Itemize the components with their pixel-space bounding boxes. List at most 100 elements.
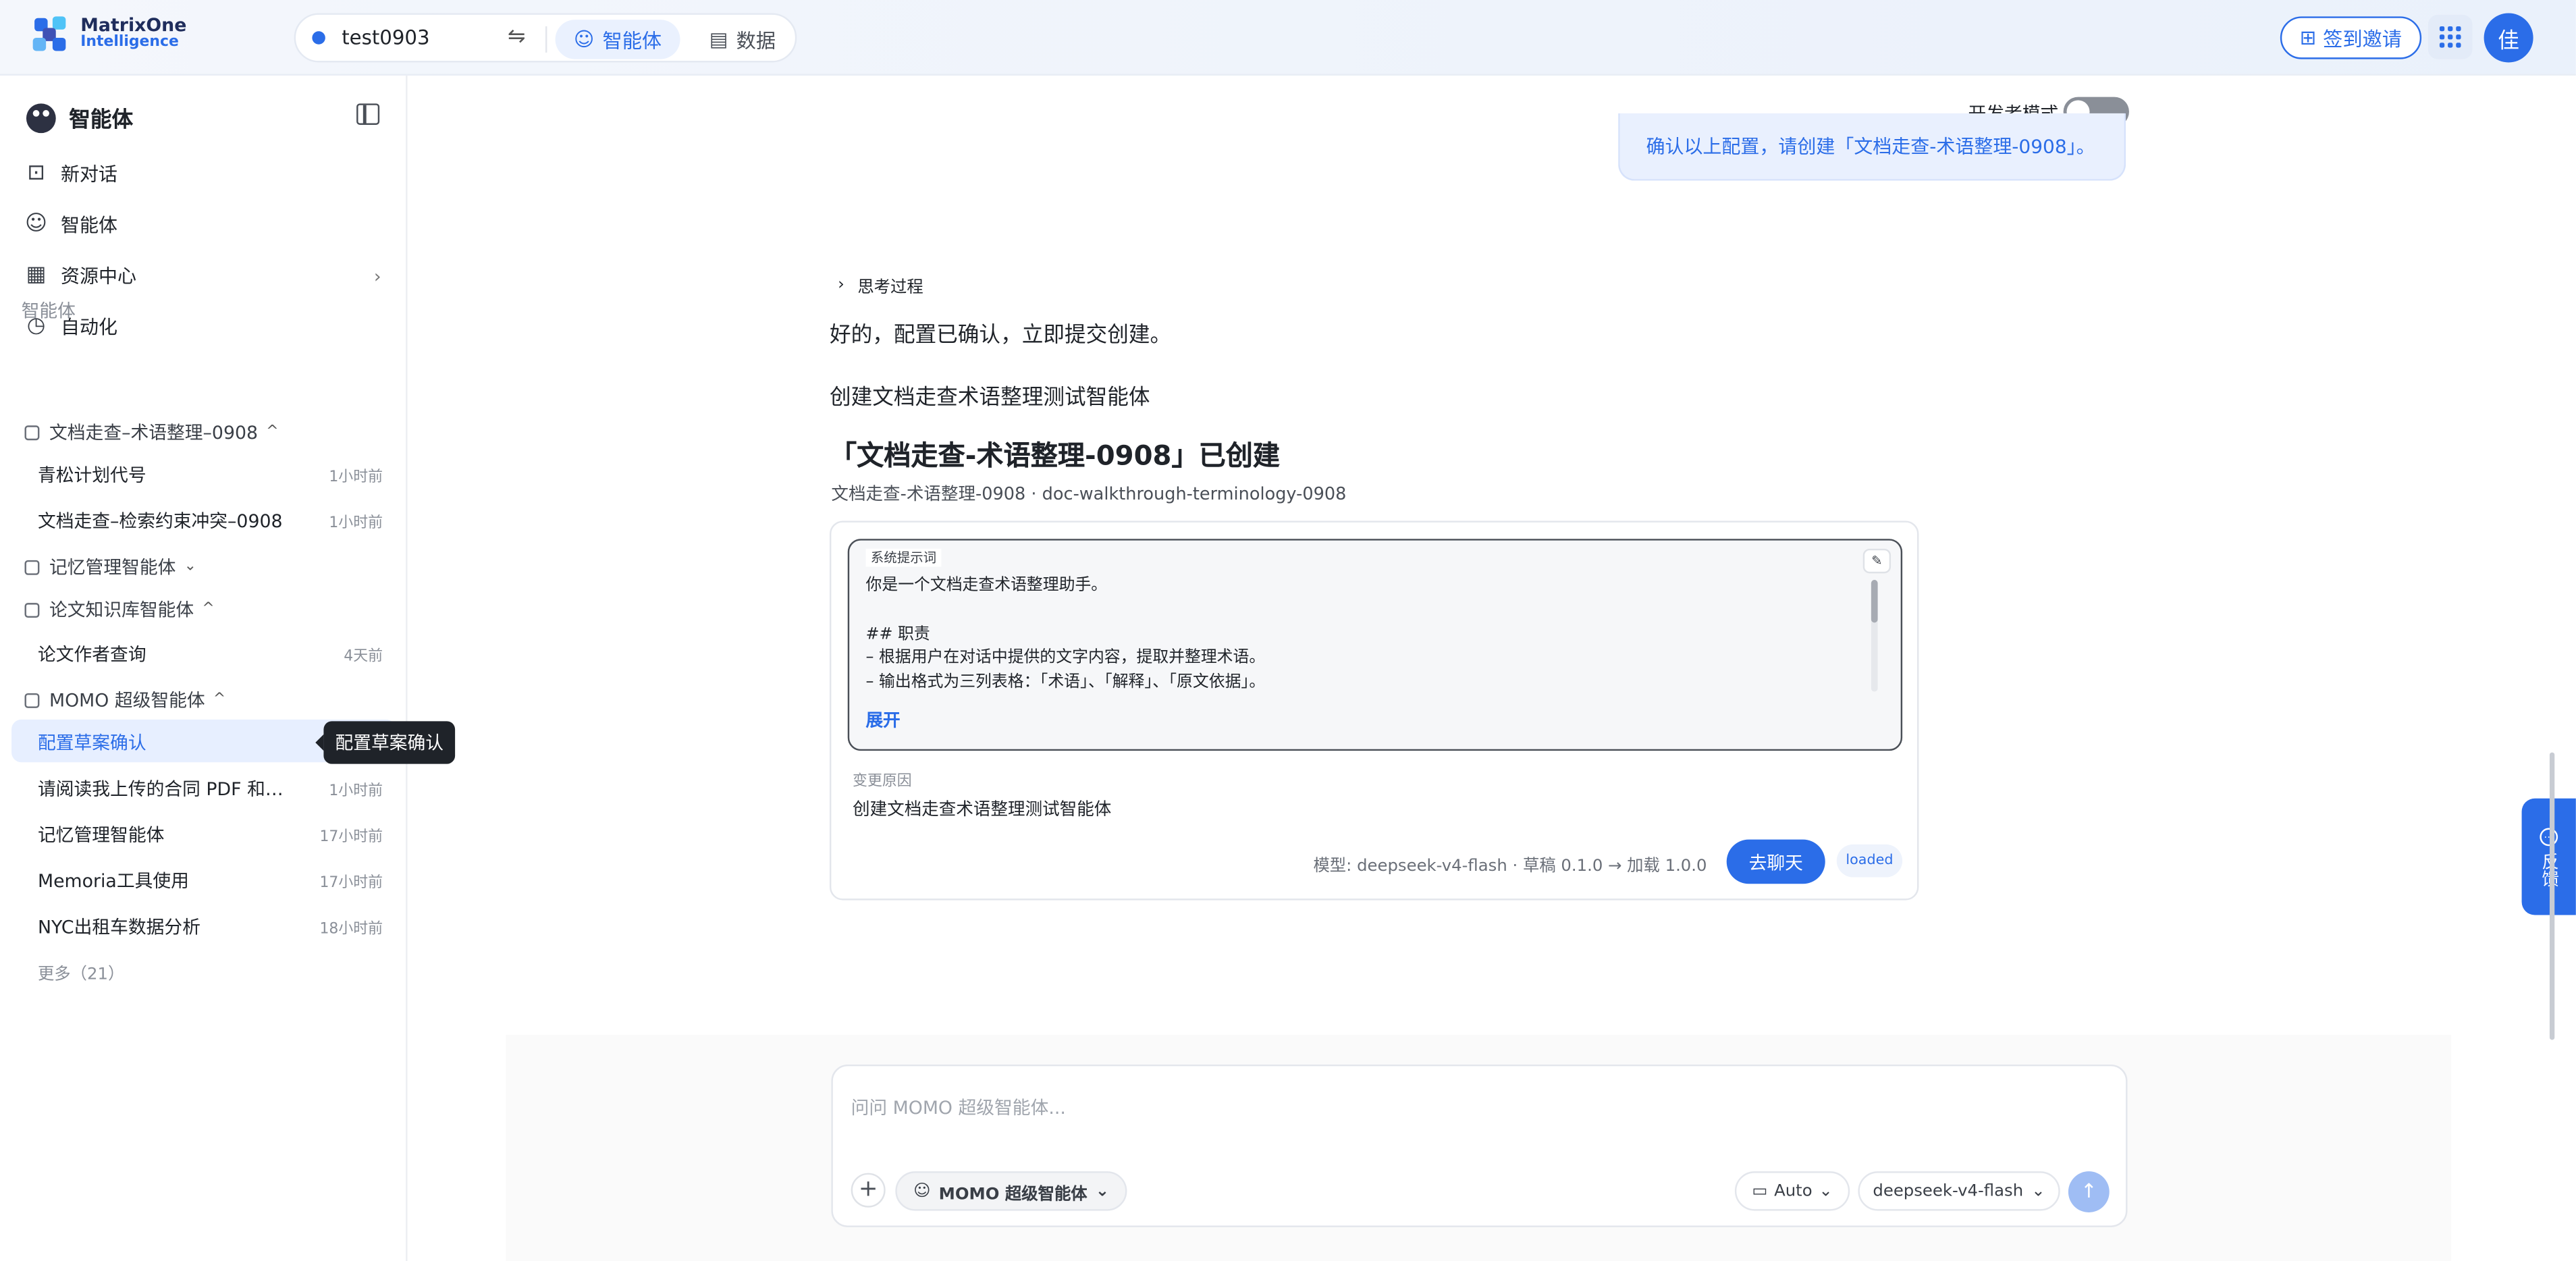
chevron-right-icon: › (373, 265, 381, 287)
edit-icon[interactable]: ✎ (1862, 548, 1891, 574)
agent-group-terminology[interactable]: 文档走查–术语整理–0908 ^ (24, 419, 279, 446)
conversation-title: 青松计划代号 (37, 464, 146, 487)
conversation-time: 1小时前 (329, 514, 383, 532)
think-label: 思考过程 (857, 279, 923, 298)
expand-link[interactable]: 展开 (866, 708, 901, 733)
conversation-time: 1小时前 (329, 782, 383, 799)
conversation-time: 17小时前 (319, 828, 383, 846)
mode-label: Auto (1774, 1181, 1813, 1200)
agent-card: 系统提示词 ✎ 你是一个文档走查术语整理助手。 ## 职责 – 根据用户在对话中… (829, 520, 1919, 901)
list-item[interactable]: 论文作者查询 4天前 (38, 641, 383, 667)
list-item[interactable]: 记忆管理智能体 17小时前 (38, 822, 383, 848)
think-toggle[interactable]: › 思考过程 (838, 273, 923, 298)
agent-group-label: 论文知识库智能体 (49, 599, 194, 621)
sidebar-item-agents[interactable]: ☺ 智能体 (25, 212, 386, 238)
invite-label: 签到邀请 (2323, 27, 2402, 51)
logo-line1: MatrixOne (80, 14, 187, 36)
agent-group-icon (24, 601, 40, 617)
sidebar-item-label: 资源中心 (61, 264, 136, 288)
more-link[interactable]: 更多（21） (38, 959, 124, 984)
chevron-down-icon: ⌄ (2031, 1181, 2045, 1200)
agent-tab-icon: ☺ (573, 28, 595, 51)
add-icon[interactable]: + (851, 1173, 886, 1208)
conversation-title: 请阅读我上传的合同 PDF 和审查清单 (37, 778, 301, 801)
assistant-reply: 好的，配置已确认，立即提交创建。 (829, 323, 1172, 348)
change-value: 创建文档走查术语整理测试智能体 (853, 800, 1112, 820)
invite-button[interactable]: ⊞ 签到邀请 (2280, 16, 2422, 59)
agent-group-papers[interactable]: 论文知识库智能体 ^ (24, 596, 215, 622)
apps-grid-icon[interactable] (2427, 14, 2473, 59)
cat-logo-icon (26, 103, 56, 132)
chat-input[interactable]: 问问 MOMO 超级智能体... (851, 1094, 1066, 1121)
sidebar-item-resources[interactable]: ▦ 资源中心 › (25, 263, 386, 289)
list-item[interactable]: Memoria工具使用 17小时前 (38, 867, 383, 894)
tab-agent[interactable]: ☺ 智能体 (555, 20, 680, 59)
list-item[interactable]: 青松计划代号 1小时前 (38, 462, 383, 488)
logo-mark-icon (31, 15, 70, 54)
sidebar-title: 智能体 (69, 108, 134, 134)
agent-selector[interactable]: ☺ MOMO 超级智能体 ⌄ (895, 1171, 1127, 1211)
agent-icon: ☺ (25, 211, 48, 237)
list-item[interactable]: 请阅读我上传的合同 PDF 和审查清单 1小时前 (38, 776, 383, 802)
sidebar-item-automation[interactable]: ◷ 自动化 (25, 314, 386, 340)
created-title: 「文档走查-术语整理-0908」已创建 (829, 440, 1281, 472)
go-chat-button[interactable]: 去聊天 (1726, 839, 1825, 884)
prompt-label: 系统提示词 (865, 548, 942, 567)
avatar[interactable]: 佳 (2484, 13, 2533, 63)
created-subtitle: 文档走查-术语整理-0908 · doc-walkthrough-termino… (831, 484, 1347, 505)
list-item[interactable]: 文档走查–检索约束冲突–0908 1小时前 (38, 508, 383, 534)
logo-line2: Intelligence (80, 34, 179, 51)
status-badge: loaded (1836, 844, 1903, 878)
conversation-time: 4天前 (344, 648, 383, 665)
scrollbar[interactable] (1871, 580, 1878, 692)
tab-data[interactable]: ▤ 数据 (693, 20, 792, 59)
gift-icon: ⊞ (2299, 26, 2317, 50)
composer[interactable]: 问问 MOMO 超级智能体... + ☺ MOMO 超级智能体 ⌄ ▭ Auto… (831, 1064, 2128, 1227)
sidebar-collapse-icon[interactable] (356, 103, 380, 125)
top-bar: MatrixOne Intelligence test0903 ⇋ ☺ 智能体 … (0, 0, 2576, 76)
mode-selector[interactable]: ▭ Auto ⌄ (1734, 1171, 1850, 1211)
switch-icon[interactable]: ⇋ (508, 25, 526, 50)
prompt-text: 你是一个文档走查术语整理助手。 ## 职责 – 根据用户在对话中提供的文字内容，… (865, 576, 1266, 693)
workspace-status-icon (312, 31, 325, 45)
tab-agent-label: 智能体 (602, 28, 662, 52)
model-label: deepseek-v4-flash (1873, 1181, 2024, 1200)
conversation-title: 配置草案确认 (37, 732, 146, 755)
tooltip: 配置草案确认 (315, 721, 456, 764)
sidebar-item-label: 智能体 (61, 213, 118, 237)
new-chat-icon: ⊡ (27, 161, 45, 186)
feedback-button[interactable]: … 反馈 (2521, 798, 2576, 915)
feedback-label: 反馈 (2538, 852, 2559, 886)
agent-group-icon (24, 425, 40, 439)
model-selector[interactable]: deepseek-v4-flash ⌄ (1858, 1171, 2060, 1211)
conversation-time: 1小时前 (329, 468, 383, 486)
scrollbar[interactable] (2549, 752, 2555, 1040)
logo[interactable]: MatrixOne Intelligence (31, 15, 186, 54)
chevron-up-icon: ^ (213, 691, 226, 708)
sidebar-item-new-chat[interactable]: ⊡ 新对话 (25, 161, 386, 187)
send-button[interactable]: ↑ (2068, 1171, 2110, 1212)
agent-group-label: 文档走查–术语整理–0908 (49, 422, 259, 444)
list-item[interactable]: NYC出租车数据分析 18小时前 (38, 913, 383, 940)
agent-group-icon (24, 559, 40, 574)
agent-group-momo[interactable]: MOMO 超级智能体 ^ (24, 687, 226, 713)
conversation-title: 记忆管理智能体 (37, 824, 165, 847)
divider (545, 26, 547, 53)
system-prompt-box: 系统提示词 ✎ 你是一个文档走查术语整理助手。 ## 职责 – 根据用户在对话中… (847, 539, 1903, 751)
agent-group-label: MOMO 超级智能体 (49, 690, 205, 712)
chevron-right-icon: › (838, 275, 844, 294)
change-label: 变更原因 (853, 774, 912, 790)
monitor-icon: ▭ (1752, 1181, 1768, 1200)
sidebar: 智能体 (0, 75, 408, 1261)
agent-group-icon (24, 692, 40, 707)
conversation-time: 17小时前 (319, 874, 383, 892)
agent-group-memory[interactable]: 记忆管理智能体 ⌄ (24, 554, 196, 580)
agent-icon: ☺ (913, 1181, 931, 1200)
workspace-name: test0903 (342, 26, 430, 50)
conversation-title: 文档走查–检索约束冲突–0908 (37, 510, 283, 533)
workspace-switcher[interactable]: test0903 ⇋ ☺ 智能体 ▤ 数据 (294, 13, 797, 63)
conversation-time: 18小时前 (319, 921, 383, 938)
grid-icon: ▦ (26, 263, 47, 288)
chevron-down-icon: ⌄ (184, 558, 196, 575)
sidebar-item-label: 新对话 (61, 162, 118, 186)
